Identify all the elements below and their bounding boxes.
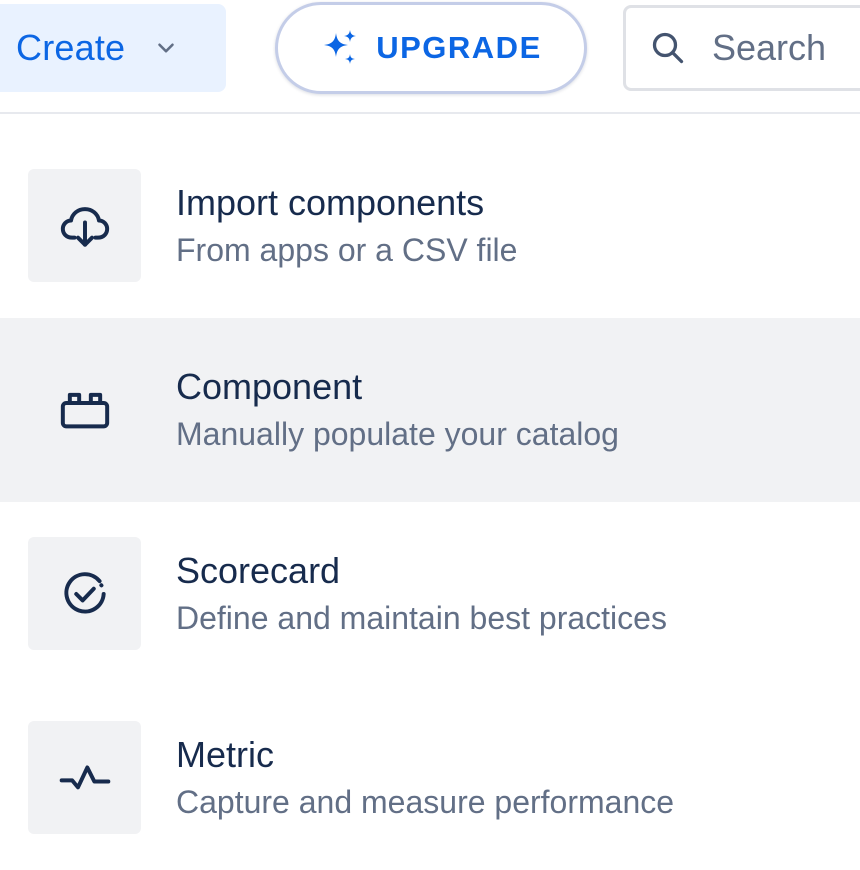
upgrade-button-label: UPGRADE <box>376 30 542 65</box>
pulse-icon <box>59 765 110 789</box>
menu-item-component[interactable]: Component Manually populate your catalog <box>0 318 860 502</box>
menu-item-description: From apps or a CSV file <box>176 232 518 268</box>
search-box[interactable] <box>623 5 860 91</box>
menu-item-description: Manually populate your catalog <box>176 416 619 452</box>
search-icon <box>652 32 684 64</box>
cloud-download-icon <box>60 206 109 247</box>
create-button-label: Create <box>16 27 126 68</box>
menu-item-title: Import components <box>176 182 485 223</box>
upgrade-button[interactable]: UPGRADE <box>275 2 587 94</box>
menu-item-description: Capture and measure performance <box>176 784 675 820</box>
menu-item-icon-tile <box>28 169 141 282</box>
create-button[interactable]: Create <box>0 4 226 92</box>
menu-item-title: Component <box>176 366 363 407</box>
menu-item-icon-tile <box>28 537 141 650</box>
scorecard-check-icon <box>63 571 106 614</box>
menu-item-title: Scorecard <box>176 550 341 591</box>
menu-item-icon-tile <box>28 721 141 834</box>
create-menu: Import components From apps or a CSV fil… <box>0 134 860 870</box>
sparkle-icon <box>324 30 357 64</box>
menu-item-metric[interactable]: Metric Capture and measure performance <box>0 686 860 870</box>
menu-item-description: Define and maintain best practices <box>176 600 667 636</box>
menu-item-scorecard[interactable]: Scorecard Define and maintain best pract… <box>0 502 860 686</box>
menu-item-title: Metric <box>176 734 274 775</box>
search-input[interactable] <box>712 27 860 69</box>
menu-item-icon-tile <box>28 353 141 466</box>
top-navigation-bar: Create UPGRADE <box>0 0 860 114</box>
component-brick-icon <box>60 392 109 428</box>
menu-item-import-components[interactable]: Import components From apps or a CSV fil… <box>0 134 860 318</box>
chevron-down-icon <box>158 43 175 53</box>
